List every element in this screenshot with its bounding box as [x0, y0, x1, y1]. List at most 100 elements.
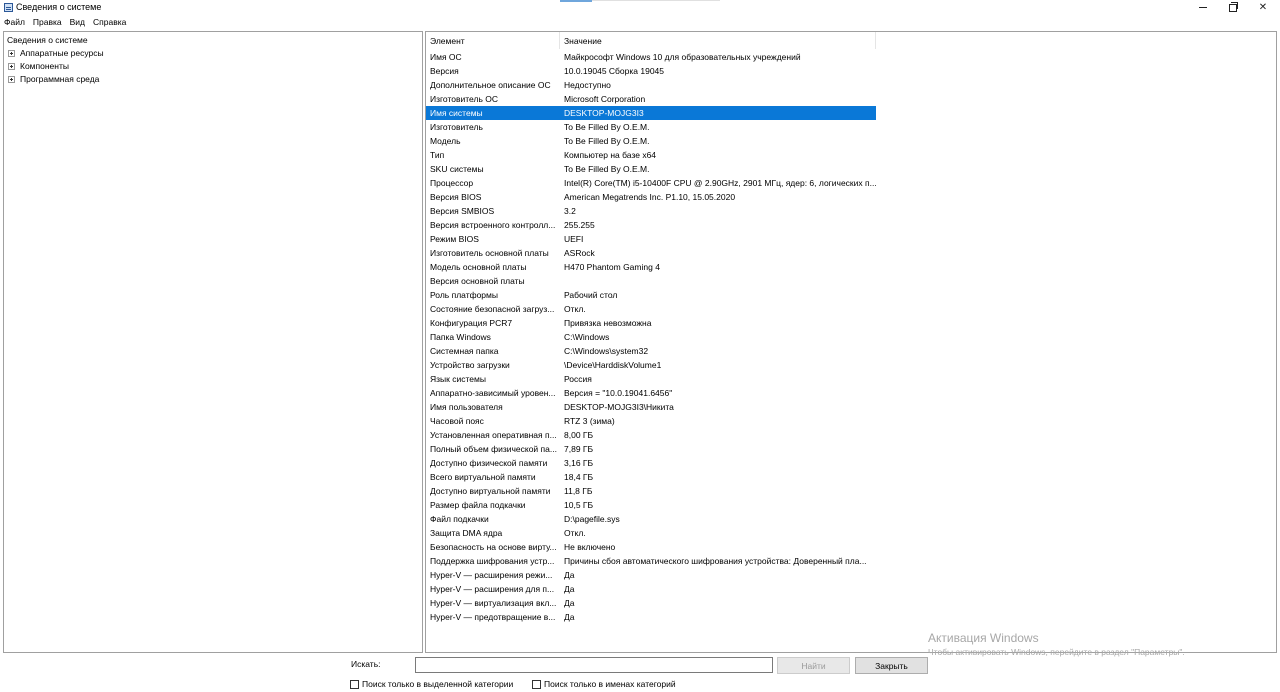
tree-node-label: Компоненты — [20, 61, 69, 71]
table-row[interactable]: Доступно физической памяти 3,16 ГБ — [426, 456, 876, 470]
table-row[interactable]: Дополнительное описание ОС Недоступно — [426, 78, 876, 92]
find-button[interactable]: Найти — [777, 657, 850, 674]
table-row[interactable]: Установленная оперативная п... 8,00 ГБ — [426, 428, 876, 442]
table-row[interactable]: Версия встроенного контролл... 255.255 — [426, 218, 876, 232]
table-row[interactable]: SKU системы To Be Filled By O.E.M. — [426, 162, 876, 176]
tree-node-hardware-resources[interactable]: Аппаратные ресурсы — [8, 48, 104, 58]
table-row[interactable]: Модель основной платы H470 Phantom Gaming… — [426, 260, 876, 274]
table-row[interactable]: Версия BIOS American Megatrends Inc. P1.1… — [426, 190, 876, 204]
expand-icon[interactable] — [8, 75, 15, 83]
table-row[interactable]: Изготовитель To Be Filled By O.E.M. — [426, 120, 876, 134]
table-row[interactable]: Полный объем физической па... 7,89 ГБ — [426, 442, 876, 456]
row-element-value: 10.0.19045 Сборка 19045 — [564, 66, 664, 76]
table-row[interactable]: Поддержка шифрования устр... Причины сбоя… — [426, 554, 876, 568]
row-element-value: Не включено — [564, 542, 616, 552]
system-info-app-icon — [4, 3, 13, 12]
row-element-value: Intel(R) Core(TM) i5-10400F CPU @ 2.90GH… — [564, 178, 876, 188]
table-row[interactable]: Имя пользователя DESKTOP-MOJG3I3\Никита — [426, 400, 876, 414]
column-header-element[interactable]: Элемент — [426, 32, 560, 49]
menu-help[interactable]: Справка — [89, 15, 130, 29]
row-element-value: \Device\HarddiskVolume1 — [564, 360, 662, 370]
table-row[interactable]: Язык системы Россия — [426, 372, 876, 386]
table-row[interactable]: Устройство загрузки \Device\HarddiskVolum… — [426, 358, 876, 372]
table-row[interactable]: Часовой пояс RTZ 3 (зима) — [426, 414, 876, 428]
table-row[interactable]: Имя системы DESKTOP-MOJG3I3 — [426, 106, 876, 120]
row-element-name: Имя системы — [430, 108, 483, 118]
expand-icon[interactable] — [8, 62, 15, 70]
table-row[interactable]: Всего виртуальной памяти 18,4 ГБ — [426, 470, 876, 484]
row-element-value: American Megatrends Inc. P1.10, 15.05.20… — [564, 192, 736, 202]
table-row[interactable]: Версия 10.0.19045 Сборка 19045 — [426, 64, 876, 78]
row-element-value: 3,16 ГБ — [564, 458, 594, 468]
row-element-name: Доступно физической памяти — [430, 458, 548, 468]
row-element-value: 18,4 ГБ — [564, 472, 594, 482]
menu-view[interactable]: Вид — [66, 15, 89, 29]
row-element-value: 11,8 ГБ — [564, 486, 593, 496]
restore-button[interactable] — [1218, 0, 1248, 15]
menu-bar: Файл Правка Вид Справка — [0, 15, 1280, 29]
category-tree[interactable]: Сведения о системе Аппаратные ресурсы Ко… — [3, 31, 423, 653]
close-button[interactable]: ✕ — [1248, 0, 1278, 15]
table-row[interactable]: Режим BIOS UEFI — [426, 232, 876, 246]
checkbox-label: Поиск только в именах категорий — [544, 679, 676, 689]
table-row[interactable]: Аппаратно-зависимый уровен... Версия = "1… — [426, 386, 876, 400]
close-search-button[interactable]: Закрыть — [855, 657, 928, 674]
table-row[interactable]: Папка Windows C:\Windows — [426, 330, 876, 344]
row-element-name: Режим BIOS — [430, 234, 479, 244]
checkbox-icon[interactable] — [350, 679, 359, 689]
column-header-value[interactable]: Значение — [560, 32, 876, 49]
table-row[interactable]: Hyper-V — расширения режи... Да — [426, 568, 876, 582]
table-row[interactable]: Безопасность на основе вирту... Не включе… — [426, 540, 876, 554]
tree-root-system-summary[interactable]: Сведения о системе — [7, 35, 88, 45]
table-row[interactable]: Доступно виртуальной памяти 11,8 ГБ — [426, 484, 876, 498]
row-element-value: ASRock — [564, 248, 595, 258]
table-row[interactable]: Процессор Intel(R) Core(TM) i5-10400F CPU… — [426, 176, 876, 190]
row-element-value: D:\pagefile.sys — [564, 514, 620, 524]
table-row[interactable]: Версия SMBIOS 3.2 — [426, 204, 876, 218]
row-element-value: DESKTOP-MOJG3I3 — [564, 108, 644, 118]
tree-node-software-environment[interactable]: Программная среда — [8, 74, 99, 84]
row-element-value: Компьютер на базе x64 — [564, 150, 657, 160]
search-selected-category-checkbox[interactable]: Поиск только в выделенной категории — [350, 679, 513, 689]
close-icon: ✕ — [1258, 2, 1268, 13]
table-row[interactable]: Модель To Be Filled By O.E.M. — [426, 134, 876, 148]
table-row[interactable]: Hyper-V — виртуализация вкл... Да — [426, 596, 876, 610]
table-row[interactable]: Тип Компьютер на базе x64 — [426, 148, 876, 162]
activation-watermark: Активация Windows Чтобы активировать Win… — [928, 631, 1185, 657]
table-row[interactable]: Hyper-V — расширения для п... Да — [426, 582, 876, 596]
row-element-name: Модель основной платы — [430, 262, 527, 272]
tree-node-components[interactable]: Компоненты — [8, 61, 69, 71]
row-element-name: Полный объем физической па... — [430, 444, 557, 454]
checkbox-icon[interactable] — [532, 679, 541, 689]
minimize-icon — [1199, 7, 1207, 8]
table-row[interactable]: Системная папка C:\Windows\system32 — [426, 344, 876, 358]
table-row[interactable]: Защита DMA ядра Откл. — [426, 526, 876, 540]
table-row[interactable]: Hyper-V — предотвращение в... Да — [426, 610, 876, 624]
table-row[interactable]: Изготовитель ОС Microsoft Corporation — [426, 92, 876, 106]
table-row[interactable]: Изготовитель основной платы ASRock — [426, 246, 876, 260]
search-input[interactable] — [415, 657, 773, 673]
row-element-name: Безопасность на основе вирту... — [430, 542, 557, 552]
row-element-name: Размер файла подкачки — [430, 500, 526, 510]
details-list[interactable]: Элемент Значение Имя ОС Майкрософт Window… — [425, 31, 1277, 653]
title-accent-line — [592, 0, 720, 1]
expand-icon[interactable] — [8, 49, 15, 57]
search-category-names-checkbox[interactable]: Поиск только в именах категорий — [532, 679, 676, 689]
row-element-name: Папка Windows — [430, 332, 491, 342]
menu-edit[interactable]: Правка — [29, 15, 66, 29]
table-row[interactable]: Конфигурация PCR7 Привязка невозможна — [426, 316, 876, 330]
table-row[interactable]: Состояние безопасной загруз... Откл. — [426, 302, 876, 316]
row-element-name: Hyper-V — расширения режи... — [430, 570, 553, 580]
table-row[interactable]: Версия основной платы — [426, 274, 876, 288]
table-row[interactable]: Роль платформы Рабочий стол — [426, 288, 876, 302]
table-row[interactable]: Имя ОС Майкрософт Windows 10 для образова… — [426, 50, 876, 64]
row-element-name: Изготовитель ОС — [430, 94, 498, 104]
minimize-button[interactable] — [1188, 0, 1218, 15]
row-element-value: DESKTOP-MOJG3I3\Никита — [564, 402, 674, 412]
row-element-name: Доступно виртуальной памяти — [430, 486, 551, 496]
list-header: Элемент Значение — [426, 32, 876, 49]
table-row[interactable]: Файл подкачки D:\pagefile.sys — [426, 512, 876, 526]
table-row[interactable]: Размер файла подкачки 10,5 ГБ — [426, 498, 876, 512]
row-element-name: Hyper-V — виртуализация вкл... — [430, 598, 557, 608]
menu-file[interactable]: Файл — [0, 15, 29, 29]
